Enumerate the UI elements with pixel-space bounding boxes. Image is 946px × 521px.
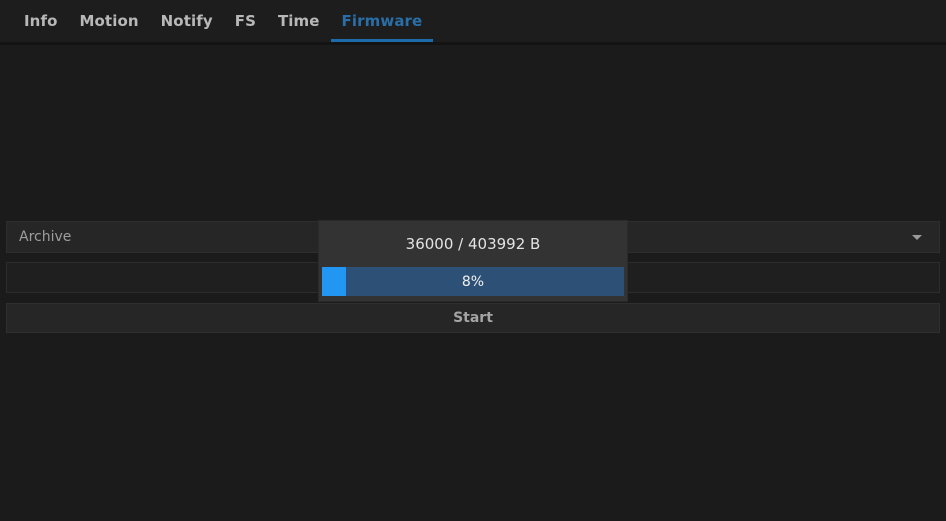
tab-motion[interactable]: Motion [69,0,150,42]
tab-label: Time [278,12,320,30]
tab-info[interactable]: Info [13,0,69,42]
tab-firmware[interactable]: Firmware [331,0,434,42]
tab-notify[interactable]: Notify [150,0,224,42]
tab-bar: Info Motion Notify FS Time Firmware [0,0,946,42]
tab-label: FS [235,12,256,30]
progress-bar: 8% [322,267,624,296]
tab-label: Firmware [342,12,423,30]
start-button-label: Start [453,310,493,326]
tab-label: Motion [80,12,139,30]
tab-label: Info [24,12,58,30]
tab-time[interactable]: Time [267,0,331,42]
start-button[interactable]: Start [6,303,940,333]
progress-percent-label: 8% [322,267,624,296]
tab-fs[interactable]: FS [224,0,267,42]
chevron-down-icon [912,235,922,240]
tab-label: Notify [161,12,213,30]
firmware-progress-dialog: 36000 / 403992 B 8% [319,221,627,301]
progress-bytes-label: 36000 / 403992 B [319,221,627,267]
